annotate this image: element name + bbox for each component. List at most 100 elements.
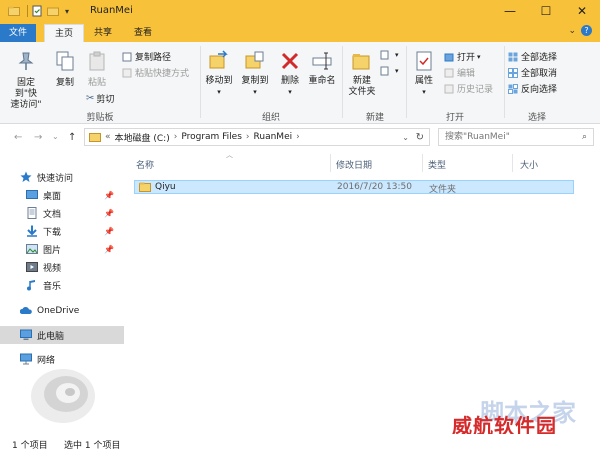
column-header-date[interactable]: 修改日期 — [336, 158, 372, 171]
copy-to-button[interactable]: 复制到 ▾ — [240, 50, 270, 98]
new-folder-button[interactable]: 新建 文件夹 — [346, 50, 378, 98]
move-to-icon — [209, 50, 228, 69]
column-divider[interactable] — [512, 154, 513, 172]
pin-icon[interactable]: 📌 — [104, 245, 114, 254]
open-button[interactable]: 打开 ▾ — [444, 50, 481, 63]
new-folder-icon[interactable] — [47, 5, 59, 17]
item-count: 1 个项目 — [12, 441, 48, 451]
nav-label: 视频 — [43, 263, 62, 274]
easy-access-icon — [380, 66, 389, 76]
quick-access-toolbar: ▾ — [8, 4, 69, 18]
tab-home[interactable]: 主页 — [44, 24, 85, 42]
up-button[interactable]: ↑ — [68, 132, 76, 143]
breadcrumb-ruanmei[interactable]: RuanMei — [254, 132, 293, 142]
rename-button[interactable]: 重命名 — [306, 50, 338, 87]
cut-button[interactable]: ✂ 剪切 — [86, 92, 114, 105]
nav-item-documents[interactable]: 文档 📌 — [0, 204, 124, 222]
select-none-icon — [508, 67, 518, 78]
copy-label: 复制 — [55, 78, 74, 88]
nav-label: 网络 — [37, 355, 56, 366]
properties-icon — [416, 51, 432, 71]
recent-locations-button[interactable]: ⌄ — [52, 132, 59, 141]
address-bar[interactable]: « 本地磁盘 (C:) › Program Files › RuanMei › … — [84, 128, 430, 146]
tab-share[interactable]: 共享 — [84, 24, 122, 42]
move-to-button[interactable]: 移动到 ▾ — [204, 50, 234, 98]
refresh-icon[interactable]: ↻ — [416, 132, 424, 143]
edit-icon — [444, 68, 454, 77]
file-type: 文件夹 — [429, 185, 457, 195]
nav-item-music[interactable]: 音乐 — [0, 276, 124, 294]
chevron-down-icon[interactable]: ⌄ — [402, 133, 409, 142]
overflow-chevron[interactable]: « — [105, 132, 111, 142]
nav-item-downloads[interactable]: 下载 📌 — [0, 222, 124, 240]
title-bar: ▾ RuanMei — ☐ ✕ — [0, 0, 600, 22]
paste-shortcut-label: 粘贴快捷方式 — [135, 69, 190, 79]
properties-icon[interactable] — [31, 5, 43, 17]
maximize-button[interactable]: ☐ — [528, 0, 564, 22]
chevron-right-icon[interactable]: › — [296, 132, 300, 142]
invert-selection-label: 反向选择 — [521, 85, 558, 95]
cut-label: 剪切 — [96, 95, 115, 105]
column-header-type[interactable]: 类型 — [428, 158, 446, 171]
pin-quick-access-button[interactable]: 固定到"快 速访问" — [6, 50, 46, 111]
nav-item-videos[interactable]: 视频 — [0, 258, 124, 276]
copy-path-button[interactable]: 复制路径 — [122, 50, 171, 63]
breadcrumb-program-files[interactable]: Program Files — [181, 132, 242, 142]
nav-item-pictures[interactable]: 图片 📌 — [0, 240, 124, 258]
expand-ribbon-icon[interactable]: ⌄ — [568, 26, 576, 36]
paste-button[interactable]: 粘贴 — [84, 50, 110, 89]
nav-label: 快速访问 — [37, 173, 74, 184]
file-name: Qiyu — [155, 182, 176, 192]
copy-button[interactable]: 复制 — [54, 50, 76, 89]
column-divider[interactable] — [330, 154, 331, 172]
select-group-label: 选择 — [527, 113, 546, 123]
ribbon: 固定到"快 速访问" 复制 粘贴 复制路径 粘贴快捷方式 ✂ 剪切 剪贴板 移动到… — [0, 42, 600, 124]
paste-label: 粘贴 — [87, 78, 106, 88]
ribbon-tabs: 文件 主页 共享 查看 ⌄ ? — [0, 22, 600, 42]
edit-button[interactable]: 编辑 — [444, 66, 475, 79]
pictures-icon — [26, 244, 38, 254]
properties-label: 属性 — [414, 76, 433, 86]
download-icon — [27, 225, 37, 237]
invert-selection-button[interactable]: 反向选择 — [508, 82, 557, 95]
paste-shortcut-button[interactable]: 粘贴快捷方式 — [122, 66, 189, 79]
column-header-name[interactable]: 名称 — [136, 158, 154, 171]
tab-view[interactable]: 查看 — [124, 24, 162, 42]
nav-item-onedrive[interactable]: OneDrive — [0, 302, 124, 320]
separator — [342, 46, 343, 118]
table-row[interactable]: Qiyu 2016/7/20 13:50 文件夹 — [134, 180, 574, 195]
search-input[interactable]: 搜索"RuanMei" ⌕ — [438, 128, 594, 146]
new-item-icon — [380, 50, 389, 60]
column-header-size[interactable]: 大小 — [520, 158, 538, 171]
delete-button[interactable]: 删除 ▾ — [278, 50, 302, 98]
pin-icon[interactable]: 📌 — [104, 227, 114, 236]
easy-access-button[interactable]: ▾ — [380, 66, 399, 76]
forward-button[interactable]: → — [34, 132, 42, 143]
help-icon[interactable]: ? — [581, 25, 592, 36]
chevron-right-icon[interactable]: › — [174, 132, 178, 142]
history-button[interactable]: 历史记录 — [444, 82, 493, 95]
select-all-button[interactable]: 全部选择 — [508, 50, 557, 63]
nav-label: 文档 — [43, 209, 62, 220]
open-label: 打开 — [457, 53, 476, 63]
breadcrumb-drive[interactable]: 本地磁盘 (C:) — [115, 131, 170, 144]
folder-icon — [89, 133, 101, 142]
column-divider[interactable] — [422, 154, 423, 172]
pin-icon[interactable]: 📌 — [104, 209, 114, 218]
delete-label: 删除 — [280, 76, 299, 86]
close-button[interactable]: ✕ — [564, 0, 600, 22]
nav-item-quick-access[interactable]: 快速访问 — [0, 168, 124, 186]
minimize-button[interactable]: — — [492, 0, 528, 22]
chevron-right-icon[interactable]: › — [246, 132, 250, 142]
rename-icon — [312, 52, 332, 70]
chevron-down-icon[interactable]: ▾ — [65, 7, 69, 16]
properties-button[interactable]: 属性 ▾ — [412, 50, 436, 98]
new-item-button[interactable]: ▾ — [380, 50, 399, 60]
back-button[interactable]: ← — [14, 132, 22, 143]
nav-item-this-pc[interactable]: 此电脑 — [0, 326, 124, 344]
pin-icon[interactable]: 📌 — [104, 191, 114, 200]
tab-file[interactable]: 文件 — [0, 24, 36, 42]
network-icon — [20, 353, 32, 365]
nav-item-desktop[interactable]: 桌面 📌 — [0, 186, 124, 204]
select-none-button[interactable]: 全部取消 — [508, 66, 557, 79]
